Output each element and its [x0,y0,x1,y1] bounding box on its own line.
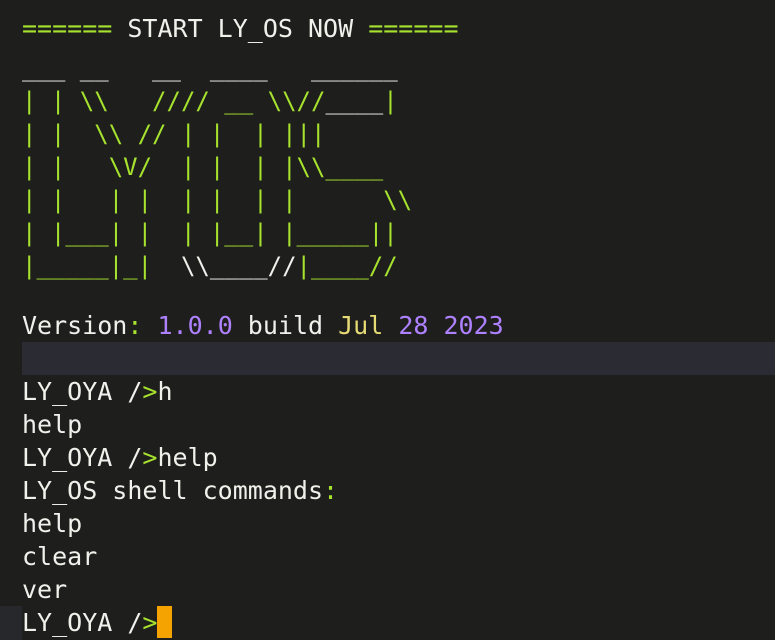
version-month: Jul [338,311,384,340]
version-day: 28 [398,311,429,340]
version-line: Version: 1.0.0 build Jul 28 2023 [22,309,504,342]
version-colon: : [127,311,143,340]
version-year: 2023 [443,311,504,340]
shell-output-line: ver [22,575,68,604]
logo-row-2: | | \\ // | | | ||| [22,120,326,148]
logo-row-1: | | \\ //// __ \\//____| [22,85,398,118]
logo-row-3: | | \V/ | | | |\\____ [22,153,384,181]
version-number: 1.0.0 [157,311,233,340]
version-label: Version [22,311,128,340]
header-equals-right: ====== [368,14,459,43]
logo-row-6: |_____|_| \\____//|____// [22,250,398,283]
boot-header: ====== START LY_OS NOW ====== [22,12,459,45]
logo-row-0: ___ __ __ ____ ______ [22,52,398,85]
current-prompt-line[interactable]: LY_OYA /> [22,606,173,639]
logo-row-6-c: |____// [296,252,398,280]
terminal-window[interactable]: ====== START LY_OS NOW ====== ___ __ __ … [0,0,775,640]
prompt-arrow: > [142,443,158,472]
logo-row-1-c: | [383,87,398,115]
logo-row-5: | |___| | | |__| |_____|| [22,219,398,247]
highlighted-empty-line [22,342,775,375]
prompt-user: LY_OYA / [22,608,143,637]
logo-row-4: | | | | | | | | \\ [22,186,413,214]
shell-output-line: help [22,509,83,538]
commands-heading-colon: : [323,476,339,505]
shell-output-line: clear [22,542,98,571]
header-equals-left: ====== [22,14,113,43]
prompt-command: h [157,377,173,406]
commands-heading: LY_OS shell commands [22,476,324,505]
shell-output-line: LY_OS shell commands: [22,474,338,507]
prompt-arrow: > [142,608,158,637]
logo-row-1-a: | | \\ //// __ \\// [22,87,326,115]
prompt-user: LY_OYA / [22,377,143,406]
logo-row-6-a: |_____|_| [22,252,181,280]
header-title: START LY_OS NOW [112,14,369,43]
prompt-user: LY_OYA / [22,443,143,472]
logo-row-1-b: ____ [325,87,384,115]
logo-row-6-b: \\____// [180,252,297,280]
shell-prompt-line: LY_OYA />h [22,375,173,408]
shell-output-line: help [22,410,83,439]
prompt-command: help [157,443,218,472]
text-cursor [157,606,173,638]
current-line-gutter [0,606,22,640]
prompt-arrow: > [142,377,158,406]
shell-prompt-line: LY_OYA />help [22,441,218,474]
logo-row-0-text: ___ __ __ ____ ______ [22,54,398,82]
version-build-word: build [232,311,339,340]
